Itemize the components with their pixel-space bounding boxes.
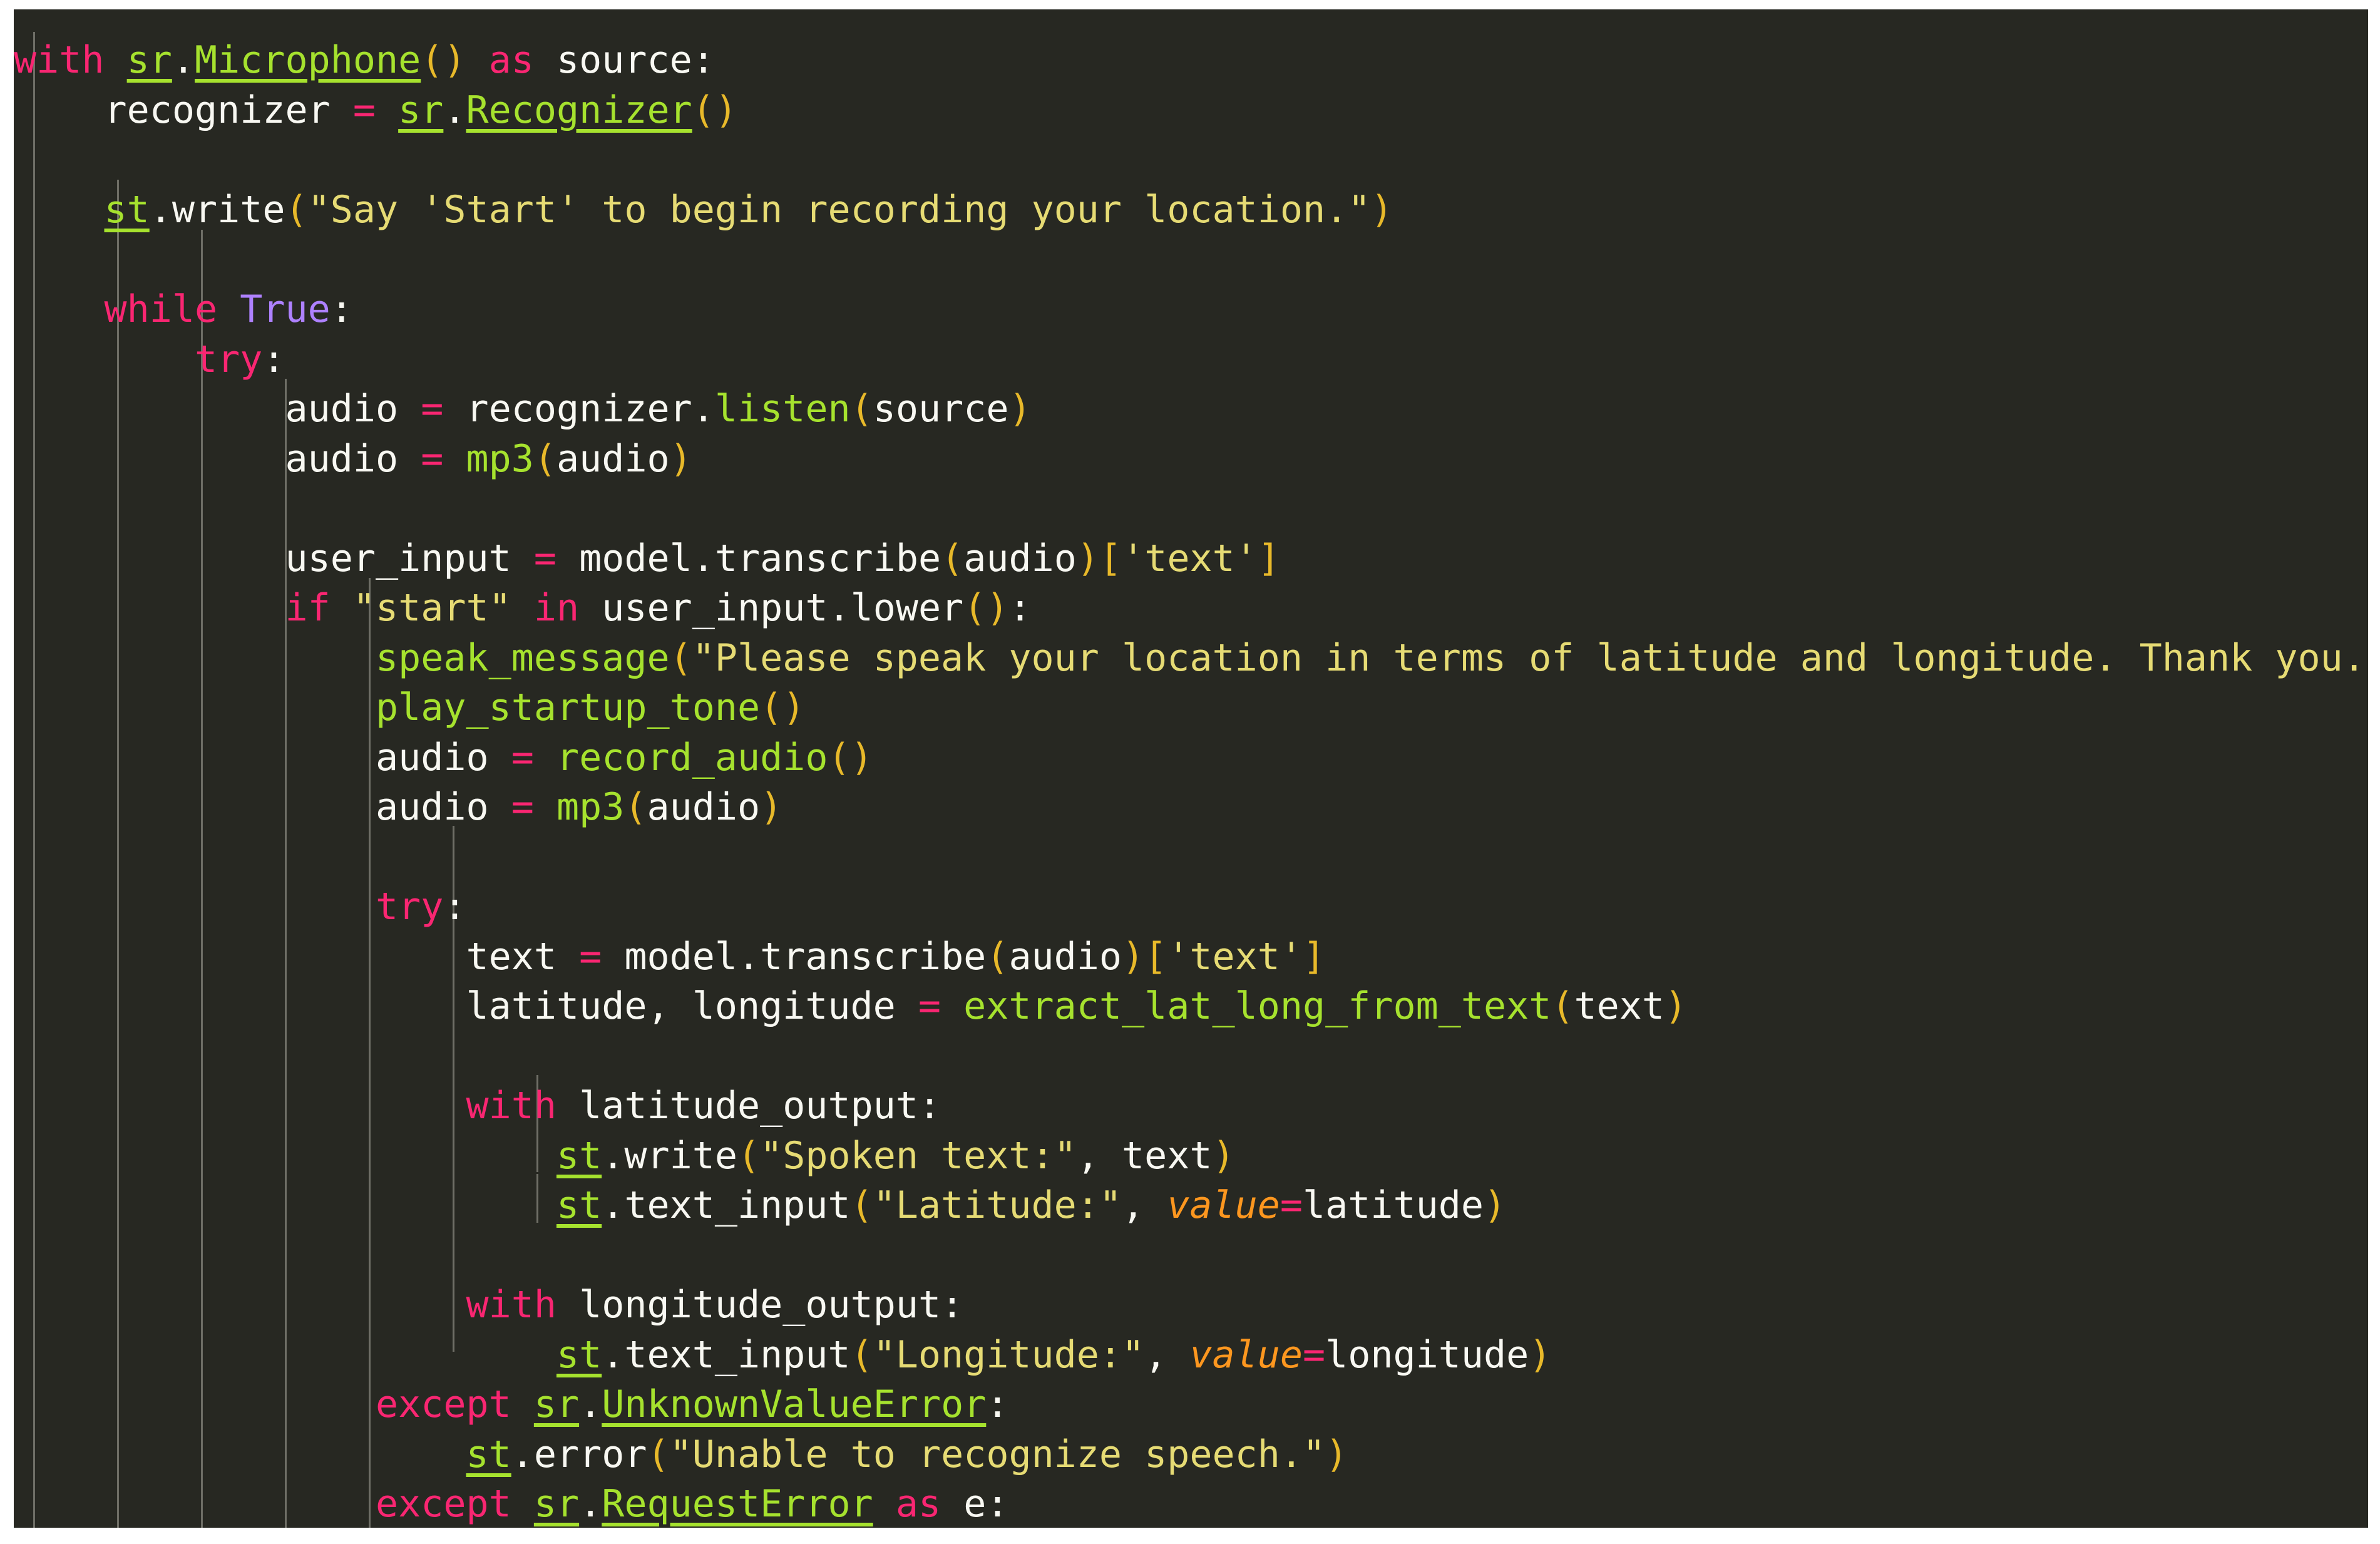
- code-line-2[interactable]: recognizer = sr.Recognizer(): [14, 86, 2368, 136]
- token-keyword-with-3: with: [466, 1283, 557, 1327]
- code-line-30[interactable]: except sr.RequestError as e:: [14, 1480, 2368, 1528]
- code-line-4[interactable]: st.write("Say 'Start' to begin recording…: [14, 185, 2368, 235]
- token-keyword-if: if: [285, 586, 331, 630]
- token-fn-record-audio: record_audio: [556, 736, 828, 780]
- token-class-microphone: Microphone: [195, 38, 421, 82]
- token-fn-transcribe-2: transcribe: [760, 935, 987, 979]
- code-line-9[interactable]: audio = mp3(audio): [14, 435, 2368, 485]
- token-fn-extract-lat-long: extract_lat_long_from_text: [963, 984, 1552, 1028]
- token-string-longitude-label: "Longitude:": [873, 1333, 1145, 1377]
- token-keyword-with-2: with: [466, 1084, 557, 1128]
- token-fn-speak-message: speak_message: [375, 636, 670, 680]
- code-line-16[interactable]: audio = mp3(audio): [14, 783, 2368, 833]
- token-constant-true: True: [240, 287, 331, 331]
- code-line-11[interactable]: user_input = model.transcribe(audio)['te…: [14, 534, 2368, 584]
- code-line-6[interactable]: while True:: [14, 285, 2368, 335]
- token-keyword-try-2: try: [375, 885, 444, 929]
- token-keyword-try-1: try: [194, 337, 263, 381]
- code-line-23[interactable]: st.write("Spoken text:", text): [14, 1131, 2368, 1181]
- code-line-8[interactable]: audio = recognizer.listen(source): [14, 384, 2368, 435]
- token-kwarg-value-1: value: [1167, 1183, 1280, 1227]
- token-var-longitude-output: longitude_output:: [556, 1283, 964, 1327]
- token-string-please-speak: "Please speak your location in terms of …: [692, 636, 2368, 680]
- token-fn-text-input-2: text_input: [624, 1333, 851, 1377]
- token-module-sr-2: sr: [398, 88, 444, 132]
- token-module-sr: sr: [126, 38, 172, 82]
- token-module-sr-3: sr: [533, 1382, 580, 1426]
- token-keyword-in: in: [533, 586, 580, 630]
- code-line-20[interactable]: latitude, longitude = extract_lat_long_f…: [14, 982, 2368, 1032]
- code-line-12[interactable]: if "start" in user_input.lower():: [14, 584, 2368, 634]
- token-module-st-4: st: [556, 1333, 602, 1377]
- token-fn-listen: listen: [714, 387, 851, 431]
- code-line-19[interactable]: text = model.transcribe(audio)['text']: [14, 932, 2368, 982]
- token-module-sr-4: sr: [533, 1482, 580, 1526]
- code-text[interactable]: with sr.Microphone() as source: recogniz…: [14, 38, 2368, 1528]
- code-line-24[interactable]: st.text_input("Latitude:", value=latitud…: [14, 1181, 2368, 1231]
- token-var-source: source:: [533, 38, 715, 82]
- token-keyword-except-2: except: [375, 1482, 511, 1526]
- token-fn-text-input-1: text_input: [624, 1183, 851, 1227]
- token-fn-error-1: error: [533, 1433, 647, 1476]
- token-fn-play-startup-tone: play_startup_tone: [375, 686, 761, 729]
- code-line-22[interactable]: with latitude_output:: [14, 1081, 2368, 1131]
- token-keyword-except-1: except: [375, 1382, 511, 1426]
- token-keyword-as: as: [488, 38, 534, 82]
- token-class-requesterror: RequestError: [602, 1482, 873, 1526]
- code-line-18[interactable]: try:: [14, 882, 2368, 932]
- token-string-text-key-1: 'text': [1122, 537, 1258, 580]
- token-string-unable-recognize: "Unable to recognize speech.": [669, 1433, 1326, 1476]
- token-module-st-5: st: [466, 1433, 511, 1476]
- token-class-unknownvalueerror: UnknownValueError: [602, 1382, 987, 1426]
- code-line-1[interactable]: with sr.Microphone() as source:: [14, 36, 2368, 86]
- token-string-latitude-label: "Latitude:": [873, 1183, 1122, 1227]
- token-string-spoken-text: "Spoken text:": [760, 1134, 1077, 1178]
- code-line-7[interactable]: try:: [14, 335, 2368, 385]
- token-fn-write-2: write: [624, 1134, 737, 1178]
- token-module-st-2: st: [556, 1134, 602, 1178]
- token-fn-transcribe-1: transcribe: [714, 537, 941, 580]
- code-line-28[interactable]: except sr.UnknownValueError:: [14, 1380, 2368, 1430]
- token-keyword-while: while: [104, 287, 218, 331]
- code-line-29[interactable]: st.error("Unable to recognize speech."): [14, 1430, 2368, 1480]
- code-line-13[interactable]: speak_message("Please speak your locatio…: [14, 634, 2368, 684]
- code-line-27[interactable]: st.text_input("Longitude:", value=longit…: [14, 1330, 2368, 1381]
- token-string-say-start: "Say 'Start' to begin recording your loc…: [307, 188, 1371, 232]
- token-module-st: st: [104, 188, 150, 232]
- code-line-15[interactable]: audio = record_audio(): [14, 733, 2368, 783]
- token-keyword-as-2: as: [895, 1482, 941, 1526]
- token-class-recognizer: Recognizer: [466, 88, 692, 132]
- token-fn-write: write: [172, 188, 285, 232]
- code-editor-canvas[interactable]: with sr.Microphone() as source: recogniz…: [14, 9, 2368, 1528]
- token-module-st-3: st: [556, 1183, 602, 1227]
- token-keyword-with: with: [14, 38, 105, 82]
- token-kwarg-value-2: value: [1189, 1333, 1303, 1377]
- token-fn-mp3-2: mp3: [556, 785, 625, 829]
- token-var-latitude-output: latitude_output:: [556, 1084, 941, 1128]
- token-string-start: "start": [352, 586, 511, 630]
- token-fn-mp3-1: mp3: [466, 437, 534, 481]
- code-line-26[interactable]: with longitude_output:: [14, 1280, 2368, 1330]
- token-string-text-key-2: 'text': [1167, 935, 1303, 979]
- code-line-14[interactable]: play_startup_tone(): [14, 683, 2368, 733]
